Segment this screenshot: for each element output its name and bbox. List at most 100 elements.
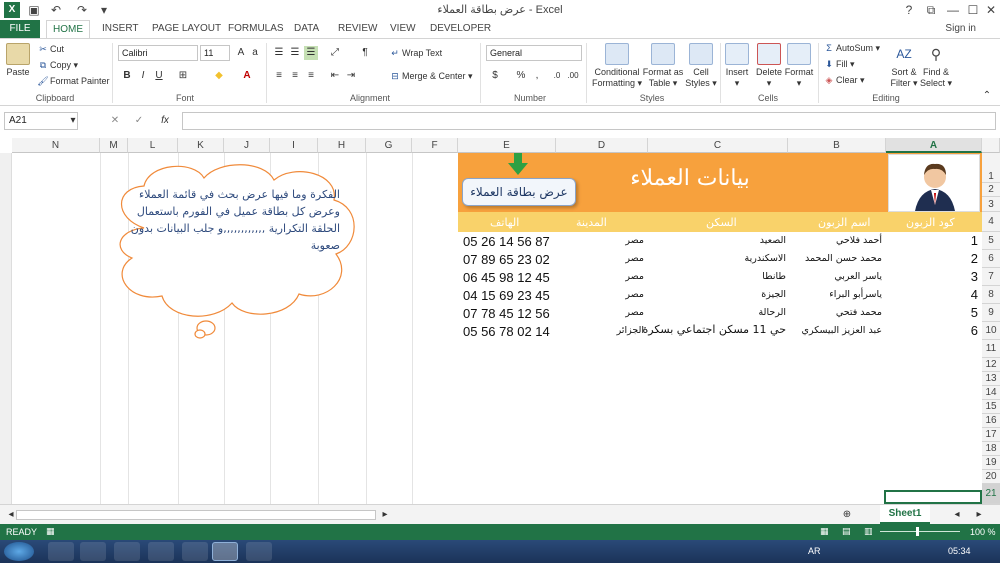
fill-button[interactable]: ⬇ Fill ▾	[822, 58, 854, 70]
page-layout-view-icon[interactable]: ▤	[842, 526, 851, 537]
customer-city[interactable]: مصر	[625, 289, 644, 300]
align-top-icon[interactable]: ☰	[272, 46, 286, 60]
col-header[interactable]: E	[458, 138, 556, 153]
horizontal-scrollbar[interactable]	[16, 510, 376, 520]
macro-record-icon[interactable]: ▦	[46, 526, 55, 537]
col-header[interactable]: B	[788, 138, 886, 153]
customer-id[interactable]: 4	[958, 287, 978, 302]
customer-city[interactable]: الجزائر	[617, 325, 644, 336]
align-left-icon[interactable]: ≡	[272, 69, 286, 83]
row-header[interactable]: 18	[982, 442, 1000, 456]
row-header[interactable]: 7	[982, 268, 1000, 286]
row-header[interactable]: 3	[982, 197, 1000, 212]
customer-name[interactable]: ياسرأبو البراء	[829, 289, 882, 300]
customer-id[interactable]: 3	[958, 269, 978, 284]
format-cells-button[interactable]: Format ▾	[784, 43, 814, 89]
customer-address[interactable]: الاسكندرية	[745, 253, 786, 264]
start-button-icon[interactable]	[4, 542, 34, 561]
tab-insert[interactable]: INSERT	[96, 20, 145, 38]
customer-city[interactable]: مصر	[625, 235, 644, 246]
align-right-icon[interactable]: ≡	[304, 69, 318, 83]
decrease-font-icon[interactable]: a	[248, 46, 262, 60]
percent-icon[interactable]: %	[514, 69, 528, 83]
col-header[interactable]: K	[178, 138, 224, 153]
row-header[interactable]: 4	[982, 212, 1000, 232]
select-all-corner[interactable]	[982, 138, 1000, 153]
currency-icon[interactable]: $	[488, 69, 502, 83]
minimize-icon[interactable]: —	[942, 1, 964, 19]
format-painter-button[interactable]: 🖌Format Painter	[36, 75, 109, 87]
text-direction-icon[interactable]: ¶	[358, 46, 372, 60]
tab-data[interactable]: DATA	[288, 20, 325, 38]
col-header[interactable]: L	[128, 138, 178, 153]
col-header[interactable]: I	[270, 138, 318, 153]
customer-id[interactable]: 5	[958, 305, 978, 320]
zoom-slider[interactable]	[880, 531, 960, 532]
col-header[interactable]: F	[412, 138, 458, 153]
sign-in-link[interactable]: Sign in	[945, 20, 976, 38]
copy-button[interactable]: ⧉ Copy ▾	[36, 59, 78, 71]
align-bottom-icon[interactable]: ☰	[304, 46, 318, 60]
increase-decimal-icon[interactable]: .0	[550, 69, 564, 83]
chrome-icon[interactable]	[246, 542, 272, 561]
row-header[interactable]: 20	[982, 470, 1000, 484]
customer-city[interactable]: مصر	[625, 307, 644, 318]
vertical-scrollbar[interactable]	[0, 153, 12, 504]
col-header[interactable]: H	[318, 138, 366, 153]
delete-cells-button[interactable]: Delete ▾	[754, 43, 784, 89]
wrap-text-button[interactable]: ↵ Wrap Text	[388, 47, 442, 59]
format-as-table-button[interactable]: Format as Table ▾	[642, 43, 684, 89]
increase-font-icon[interactable]: A	[234, 46, 248, 60]
cut-button[interactable]: ✂ Cut	[36, 43, 64, 55]
merge-center-button[interactable]: ⊟ Merge & Center ▾	[388, 70, 472, 82]
excel-taskbar-icon[interactable]	[212, 542, 238, 561]
tab-home[interactable]: HOME	[46, 20, 90, 38]
row-header[interactable]: 17	[982, 428, 1000, 442]
comma-icon[interactable]: ,	[530, 69, 544, 83]
row-header[interactable]: 19	[982, 456, 1000, 470]
customer-name[interactable]: محمد حسن المحمد	[805, 253, 882, 264]
show-customer-card-button[interactable]: عرض بطاقة العملاء	[462, 178, 576, 206]
row-header[interactable]: 1	[982, 153, 1000, 183]
decrease-decimal-icon[interactable]: .00	[566, 69, 580, 83]
customer-phone[interactable]: 04 15 69 23 45	[463, 288, 550, 303]
row-header[interactable]: 16	[982, 414, 1000, 428]
align-middle-icon[interactable]: ☰	[288, 46, 302, 60]
row-header[interactable]: 11	[982, 340, 1000, 358]
customer-id[interactable]: 2	[958, 251, 978, 266]
find-select-button[interactable]: ⚲ Find & Select ▾	[918, 43, 954, 89]
col-header[interactable]: D	[556, 138, 648, 153]
customer-id[interactable]: 6	[958, 323, 978, 338]
align-center-icon[interactable]: ≡	[288, 69, 302, 83]
zoom-level[interactable]: 100 %	[970, 527, 996, 537]
col-header[interactable]: C	[648, 138, 788, 153]
file-explorer-icon[interactable]	[80, 542, 106, 561]
tab-page-layout[interactable]: PAGE LAYOUT	[146, 20, 227, 38]
customer-name[interactable]: أحمد فلاحي	[836, 235, 882, 246]
row-header[interactable]: 9	[982, 304, 1000, 322]
customer-id[interactable]: 1	[958, 233, 978, 248]
col-header[interactable]: G	[366, 138, 412, 153]
font-name-select[interactable]: Calibri	[118, 45, 198, 61]
sheet-nav-left-icon[interactable]: ◂	[950, 508, 964, 522]
font-color-icon[interactable]: A	[240, 69, 254, 83]
customer-phone[interactable]: 06 45 98 12 45	[463, 270, 550, 285]
col-header[interactable]: M	[100, 138, 128, 153]
row-header[interactable]: 10	[982, 322, 1000, 340]
row-header[interactable]: 5	[982, 232, 1000, 250]
tab-developer[interactable]: DEVELOPER	[424, 20, 497, 38]
customer-address[interactable]: الصعيد	[760, 235, 786, 246]
underline-button[interactable]: U	[152, 69, 166, 83]
zoom-slider-thumb[interactable]	[916, 527, 919, 536]
close-icon[interactable]: ✕	[980, 1, 1000, 19]
help-icon[interactable]: ?	[898, 1, 920, 19]
clear-button[interactable]: ◈ Clear ▾	[822, 74, 865, 86]
col-header[interactable]: N	[12, 138, 100, 153]
page-break-view-icon[interactable]: ▥	[864, 526, 873, 537]
row-header[interactable]: 15	[982, 400, 1000, 414]
viber-icon[interactable]	[148, 542, 174, 561]
customer-name[interactable]: ياسر العربي	[834, 271, 882, 282]
customer-address[interactable]: طانطا	[762, 271, 786, 282]
customer-phone[interactable]: 07 78 45 12 56	[463, 306, 550, 321]
customer-address[interactable]: الجيزة	[761, 289, 786, 300]
